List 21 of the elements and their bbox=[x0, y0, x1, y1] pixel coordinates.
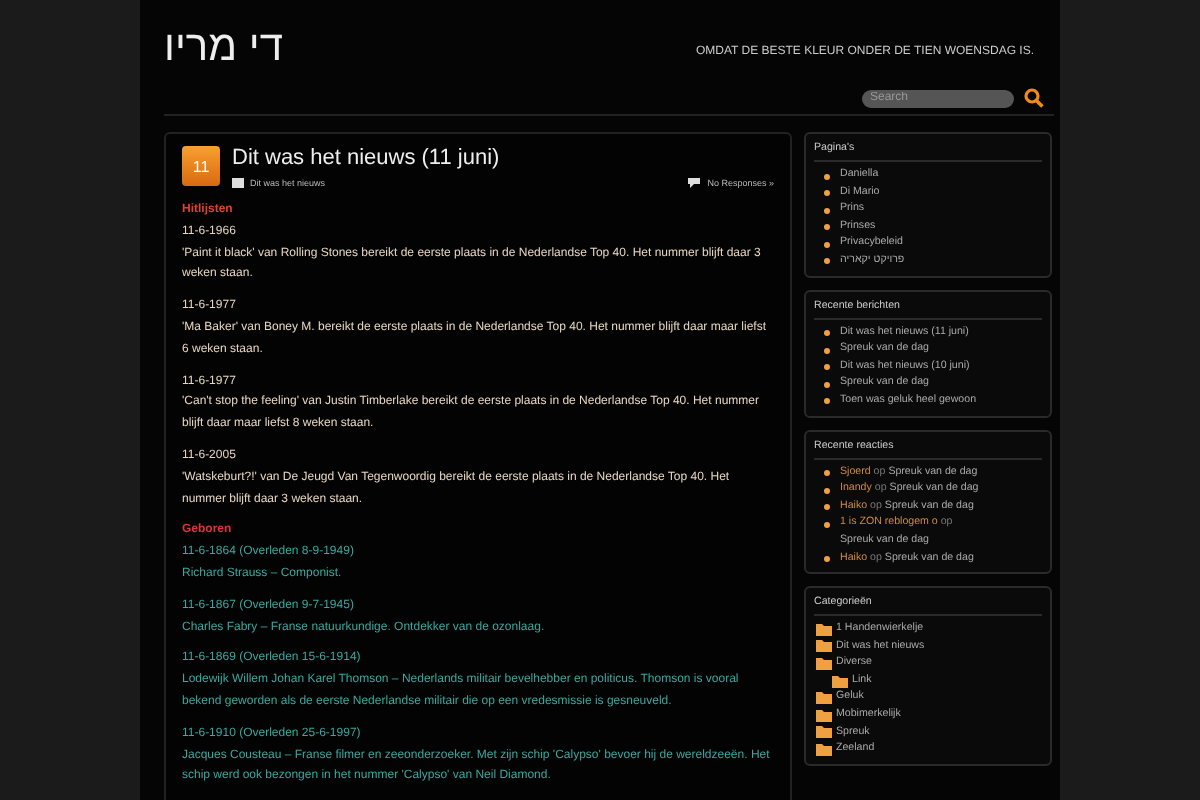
bullet-icon bbox=[824, 521, 830, 528]
bullet-icon bbox=[824, 470, 830, 477]
post-title[interactable]: Dit was het nieuws (11 juni) bbox=[232, 146, 774, 170]
bullet-icon bbox=[824, 504, 830, 511]
bullet-icon bbox=[824, 173, 830, 179]
bullet-icon bbox=[824, 364, 830, 371]
site-title[interactable]: די מריו bbox=[164, 24, 283, 72]
bullet-icon bbox=[824, 241, 830, 248]
date-badge: 11 bbox=[182, 146, 220, 186]
bullet-icon bbox=[824, 398, 830, 405]
bullet-icon bbox=[824, 224, 830, 231]
bullet-icon bbox=[824, 207, 830, 214]
search-icon[interactable] bbox=[1024, 88, 1044, 108]
bullet-icon bbox=[824, 347, 830, 354]
bullet-icon bbox=[824, 381, 830, 388]
bullet-icon bbox=[824, 487, 830, 494]
bullet-icon bbox=[824, 190, 830, 197]
bullet-icon bbox=[824, 258, 830, 265]
comment-icon bbox=[687, 176, 702, 188]
bullet-icon bbox=[824, 556, 830, 562]
bullet-icon bbox=[824, 330, 830, 337]
